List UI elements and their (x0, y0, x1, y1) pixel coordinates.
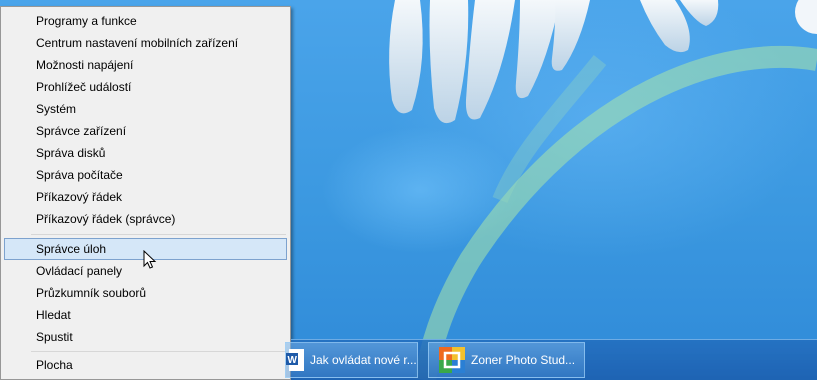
menu-item-system[interactable]: Systém (4, 98, 287, 120)
taskbar-button-word-document[interactable]: W Jak ovládat nové r... (285, 342, 418, 378)
menu-item-mobility-center[interactable]: Centrum nastavení mobilních zařízení (4, 32, 287, 54)
mouse-cursor-icon (143, 250, 157, 269)
menu-item-command-prompt-admin[interactable]: Příkazový řádek (správce) (4, 208, 287, 230)
menu-item-search[interactable]: Hledat (4, 304, 287, 326)
menu-separator (31, 234, 286, 235)
menu-item-computer-management[interactable]: Správa počítače (4, 164, 287, 186)
menu-item-disk-management[interactable]: Správa disků (4, 142, 287, 164)
menu-item-event-viewer[interactable]: Prohlížeč událostí (4, 76, 287, 98)
menu-separator (31, 351, 286, 352)
taskbar-button-label: Jak ovládat nové r... (310, 353, 417, 367)
taskbar: W Jak ovládat nové r... Zoner Photo Stud… (285, 339, 817, 380)
menu-item-device-manager[interactable]: Správce zařízení (4, 120, 287, 142)
menu-item-run[interactable]: Spustit (4, 326, 287, 348)
word-document-icon: W (286, 349, 304, 371)
taskbar-button-zoner-photo-studio[interactable]: Zoner Photo Stud... (428, 342, 585, 378)
menu-item-desktop[interactable]: Plocha (4, 354, 287, 376)
menu-item-programs-and-features[interactable]: Programy a funkce (4, 10, 287, 32)
taskbar-button-label: Zoner Photo Stud... (471, 353, 576, 367)
power-user-context-menu: Programy a funkce Centrum nastavení mobi… (0, 6, 291, 380)
zoner-photo-studio-icon (439, 347, 465, 373)
menu-item-power-options[interactable]: Možnosti napájení (4, 54, 287, 76)
menu-item-command-prompt[interactable]: Příkazový řádek (4, 186, 287, 208)
svg-text:W: W (288, 355, 298, 366)
menu-item-file-explorer[interactable]: Průzkumník souborů (4, 282, 287, 304)
